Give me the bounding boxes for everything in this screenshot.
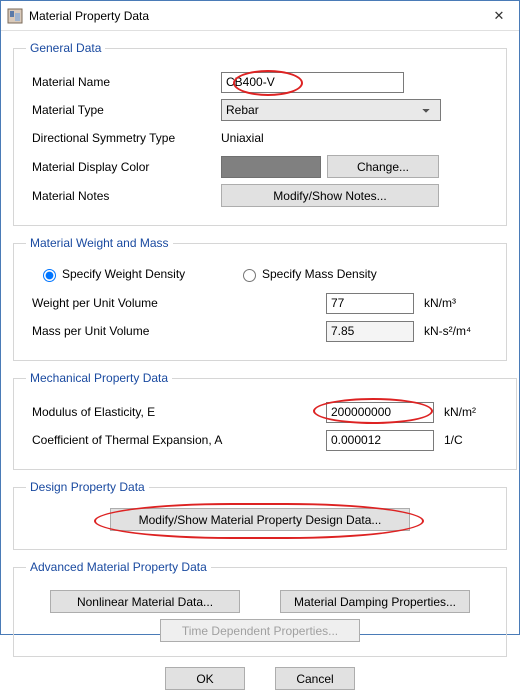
- general-data-group: General Data Material Name Material Type…: [13, 41, 507, 226]
- modify-show-notes-button[interactable]: Modify/Show Notes...: [221, 184, 439, 207]
- mass-per-unit-volume-unit: kN-s²/m⁴: [424, 324, 484, 338]
- cancel-button[interactable]: Cancel: [275, 667, 355, 690]
- weight-mass-group: Material Weight and Mass Specify Weight …: [13, 236, 507, 361]
- mechanical-property-group: Mechanical Property Data Modulus of Elas…: [13, 371, 517, 470]
- nonlinear-material-data-button[interactable]: Nonlinear Material Data...: [50, 590, 240, 613]
- mass-per-unit-volume-label: Mass per Unit Volume: [26, 324, 326, 338]
- close-button[interactable]: ✕: [479, 1, 519, 31]
- ok-button[interactable]: OK: [165, 667, 245, 690]
- material-notes-label: Material Notes: [26, 189, 221, 203]
- specify-mass-density-radio[interactable]: Specify Mass Density: [238, 266, 377, 282]
- window-title: Material Property Data: [29, 9, 479, 23]
- advanced-property-group: Advanced Material Property Data Nonlinea…: [13, 560, 507, 657]
- material-name-input[interactable]: [221, 72, 404, 93]
- design-property-group: Design Property Data Modify/Show Materia…: [13, 480, 507, 550]
- mechanical-property-legend: Mechanical Property Data: [26, 371, 172, 385]
- thermal-expansion-unit: 1/C: [444, 433, 504, 447]
- titlebar: Material Property Data ✕: [1, 1, 519, 31]
- modulus-elasticity-unit: kN/m²: [444, 405, 504, 419]
- thermal-expansion-input[interactable]: [326, 430, 434, 451]
- advanced-property-legend: Advanced Material Property Data: [26, 560, 211, 574]
- weight-mass-legend: Material Weight and Mass: [26, 236, 173, 250]
- material-name-label: Material Name: [26, 75, 221, 89]
- change-color-button[interactable]: Change...: [327, 155, 439, 178]
- material-damping-properties-button[interactable]: Material Damping Properties...: [280, 590, 470, 613]
- modify-show-design-data-button[interactable]: Modify/Show Material Property Design Dat…: [110, 508, 410, 531]
- weight-per-unit-volume-unit: kN/m³: [424, 296, 484, 310]
- weight-per-unit-volume-input[interactable]: [326, 293, 414, 314]
- thermal-expansion-label: Coefficient of Thermal Expansion, A: [26, 433, 326, 447]
- material-type-label: Material Type: [26, 103, 221, 117]
- display-color-swatch: [221, 156, 321, 178]
- symmetry-type-label: Directional Symmetry Type: [26, 131, 221, 145]
- specify-weight-density-radio[interactable]: Specify Weight Density: [38, 266, 185, 282]
- material-type-select[interactable]: Rebar: [221, 99, 441, 121]
- display-color-label: Material Display Color: [26, 160, 221, 174]
- modulus-elasticity-input[interactable]: [326, 402, 434, 423]
- symmetry-type-value: Uniaxial: [221, 131, 264, 145]
- app-icon: [7, 8, 23, 24]
- dialog-content: General Data Material Name Material Type…: [1, 31, 519, 696]
- design-property-legend: Design Property Data: [26, 480, 149, 494]
- mass-per-unit-volume-input: [326, 321, 414, 342]
- general-data-legend: General Data: [26, 41, 105, 55]
- modulus-elasticity-label: Modulus of Elasticity, E: [26, 405, 326, 419]
- time-dependent-properties-button: Time Dependent Properties...: [160, 619, 360, 642]
- weight-per-unit-volume-label: Weight per Unit Volume: [26, 296, 326, 310]
